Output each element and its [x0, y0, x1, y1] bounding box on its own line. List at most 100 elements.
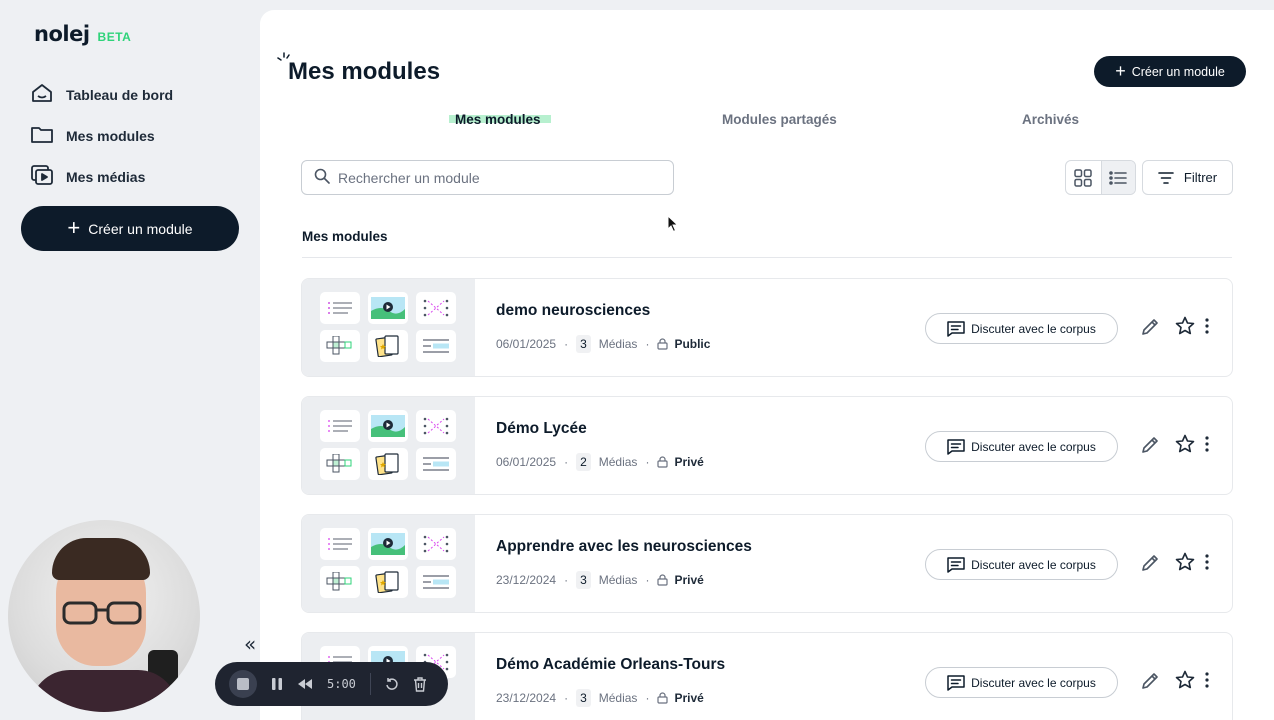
meta-separator: · — [564, 573, 569, 587]
list-view-button[interactable] — [1100, 161, 1135, 194]
module-date: 23/12/2024 — [496, 573, 557, 587]
stop-icon — [237, 678, 249, 690]
restart-icon[interactable] — [385, 677, 399, 691]
crossword-activity-icon — [320, 448, 360, 480]
recording-timer: 5:00 — [327, 677, 356, 691]
more-options-icon[interactable] — [1204, 554, 1210, 570]
module-title[interactable]: Apprendre avec les neurosciences — [496, 538, 752, 556]
lock-icon — [657, 692, 669, 704]
divider — [302, 257, 1232, 258]
star-icon[interactable] — [1175, 316, 1195, 336]
fill-blanks-activity-icon — [416, 330, 456, 362]
tab-label: Mes modules — [455, 112, 541, 127]
media-count: 3 — [576, 335, 591, 353]
fill-blanks-activity-icon — [416, 448, 456, 480]
pause-icon[interactable] — [271, 677, 283, 691]
sidebar-item-modules[interactable]: Mes modules — [30, 115, 173, 156]
folder-icon — [30, 122, 54, 150]
plus-icon: + — [1115, 60, 1126, 81]
module-title[interactable]: Démo Lycée — [496, 420, 587, 438]
meta-separator: · — [564, 691, 569, 705]
create-module-label: Créer un module — [88, 220, 193, 237]
search-input[interactable] — [338, 169, 658, 186]
star-icon[interactable] — [1175, 434, 1195, 454]
webcam-glasses — [62, 601, 142, 625]
visibility-status: Privé — [657, 455, 704, 469]
trash-icon[interactable] — [413, 676, 427, 692]
crossword-activity-icon — [320, 566, 360, 598]
flashcard-activity-icon — [368, 330, 408, 362]
visibility-status: Privé — [657, 691, 704, 705]
more-options-icon[interactable] — [1204, 436, 1210, 452]
flashcard-activity-icon — [368, 448, 408, 480]
chat-corpus-button[interactable]: Discuter avec le corpus — [925, 667, 1118, 698]
media-count: 2 — [576, 453, 591, 471]
webcam-hair — [52, 538, 150, 580]
sidebar-item-dashboard[interactable]: Tableau de bord — [30, 74, 173, 115]
visibility-label: Privé — [674, 691, 704, 705]
tab-label: Modules partagés — [722, 112, 837, 127]
chat-label: Discuter avec le corpus — [971, 321, 1096, 336]
meta-separator: · — [645, 455, 650, 469]
more-options-icon[interactable] — [1204, 318, 1210, 334]
search-box[interactable] — [301, 160, 674, 195]
media-count: 3 — [576, 571, 591, 589]
edit-icon[interactable] — [1140, 317, 1160, 337]
module-card[interactable]: demo neurosciences 06/01/2025 · 3 Médias ·… — [301, 278, 1233, 377]
flashcard-activity-icon — [368, 566, 408, 598]
webcam-overlay — [8, 520, 200, 712]
list-activity-icon — [320, 528, 360, 560]
match-activity-icon — [416, 292, 456, 324]
rewind-icon[interactable] — [297, 678, 313, 690]
edit-icon[interactable] — [1140, 553, 1160, 573]
tab-archived[interactable]: Archivés — [1022, 112, 1079, 127]
tab-label: Archivés — [1022, 112, 1080, 127]
module-meta: 23/12/2024 · 3 Médias · Privé — [496, 571, 704, 589]
sidebar-create-module-button[interactable]: + Créer un module — [21, 206, 239, 251]
module-thumbnail — [302, 279, 475, 376]
edit-icon[interactable] — [1140, 671, 1160, 691]
meta-separator: · — [564, 455, 569, 469]
sidebar-item-media[interactable]: Mes médias — [30, 156, 173, 197]
plus-icon: + — [67, 214, 81, 240]
module-meta: 06/01/2025 · 2 Médias · Privé — [496, 453, 704, 471]
collapse-sidebar-icon[interactable]: « — [244, 632, 256, 656]
tab-shared-modules[interactable]: Modules partagés — [722, 112, 837, 127]
page-title: Mes modules — [288, 58, 441, 85]
star-icon[interactable] — [1175, 552, 1195, 572]
search-icon — [314, 168, 330, 188]
match-activity-icon — [416, 528, 456, 560]
media-label: Médias — [598, 573, 638, 587]
more-options-icon[interactable] — [1204, 672, 1210, 688]
video-activity-icon — [368, 410, 408, 442]
tab-my-modules[interactable]: Mes modules — [449, 112, 551, 127]
logo[interactable]: nolej BETA — [34, 22, 131, 46]
filter-button[interactable]: Filtrer — [1142, 160, 1233, 195]
stop-recording-button[interactable] — [229, 670, 257, 698]
module-title[interactable]: Démo Académie Orleans-Tours — [496, 656, 725, 674]
star-icon[interactable] — [1175, 670, 1195, 690]
beta-badge: BETA — [97, 30, 132, 44]
section-title: Mes modules — [302, 229, 388, 244]
edit-icon[interactable] — [1140, 435, 1160, 455]
grid-view-button[interactable] — [1066, 161, 1101, 194]
module-card[interactable]: Apprendre avec les neurosciences 23/12/2… — [301, 514, 1233, 613]
visibility-label: Privé — [674, 455, 704, 469]
chat-corpus-button[interactable]: Discuter avec le corpus — [925, 313, 1118, 344]
main-panel: Mes modules + Créer un module Mes module… — [260, 10, 1274, 720]
module-title[interactable]: demo neurosciences — [496, 302, 650, 320]
list-icon — [1109, 170, 1128, 185]
module-date: 06/01/2025 — [496, 455, 557, 469]
sidebar-item-label: Tableau de bord — [66, 86, 174, 103]
screen-recorder-bar: 5:00 — [215, 662, 448, 706]
chat-icon — [947, 320, 965, 337]
sidebar-item-label: Mes médias — [66, 168, 146, 185]
module-card[interactable]: Démo Lycée 06/01/2025 · 2 Médias · Privé D… — [301, 396, 1233, 495]
lock-icon — [657, 456, 669, 468]
filter-label: Filtrer — [1183, 170, 1218, 185]
chat-corpus-button[interactable]: Discuter avec le corpus — [925, 549, 1118, 580]
visibility-label: Public — [674, 337, 711, 351]
module-meta: 06/01/2025 · 3 Médias · Public — [496, 335, 710, 353]
create-module-button[interactable]: + Créer un module — [1094, 56, 1246, 87]
chat-corpus-button[interactable]: Discuter avec le corpus — [925, 431, 1118, 462]
